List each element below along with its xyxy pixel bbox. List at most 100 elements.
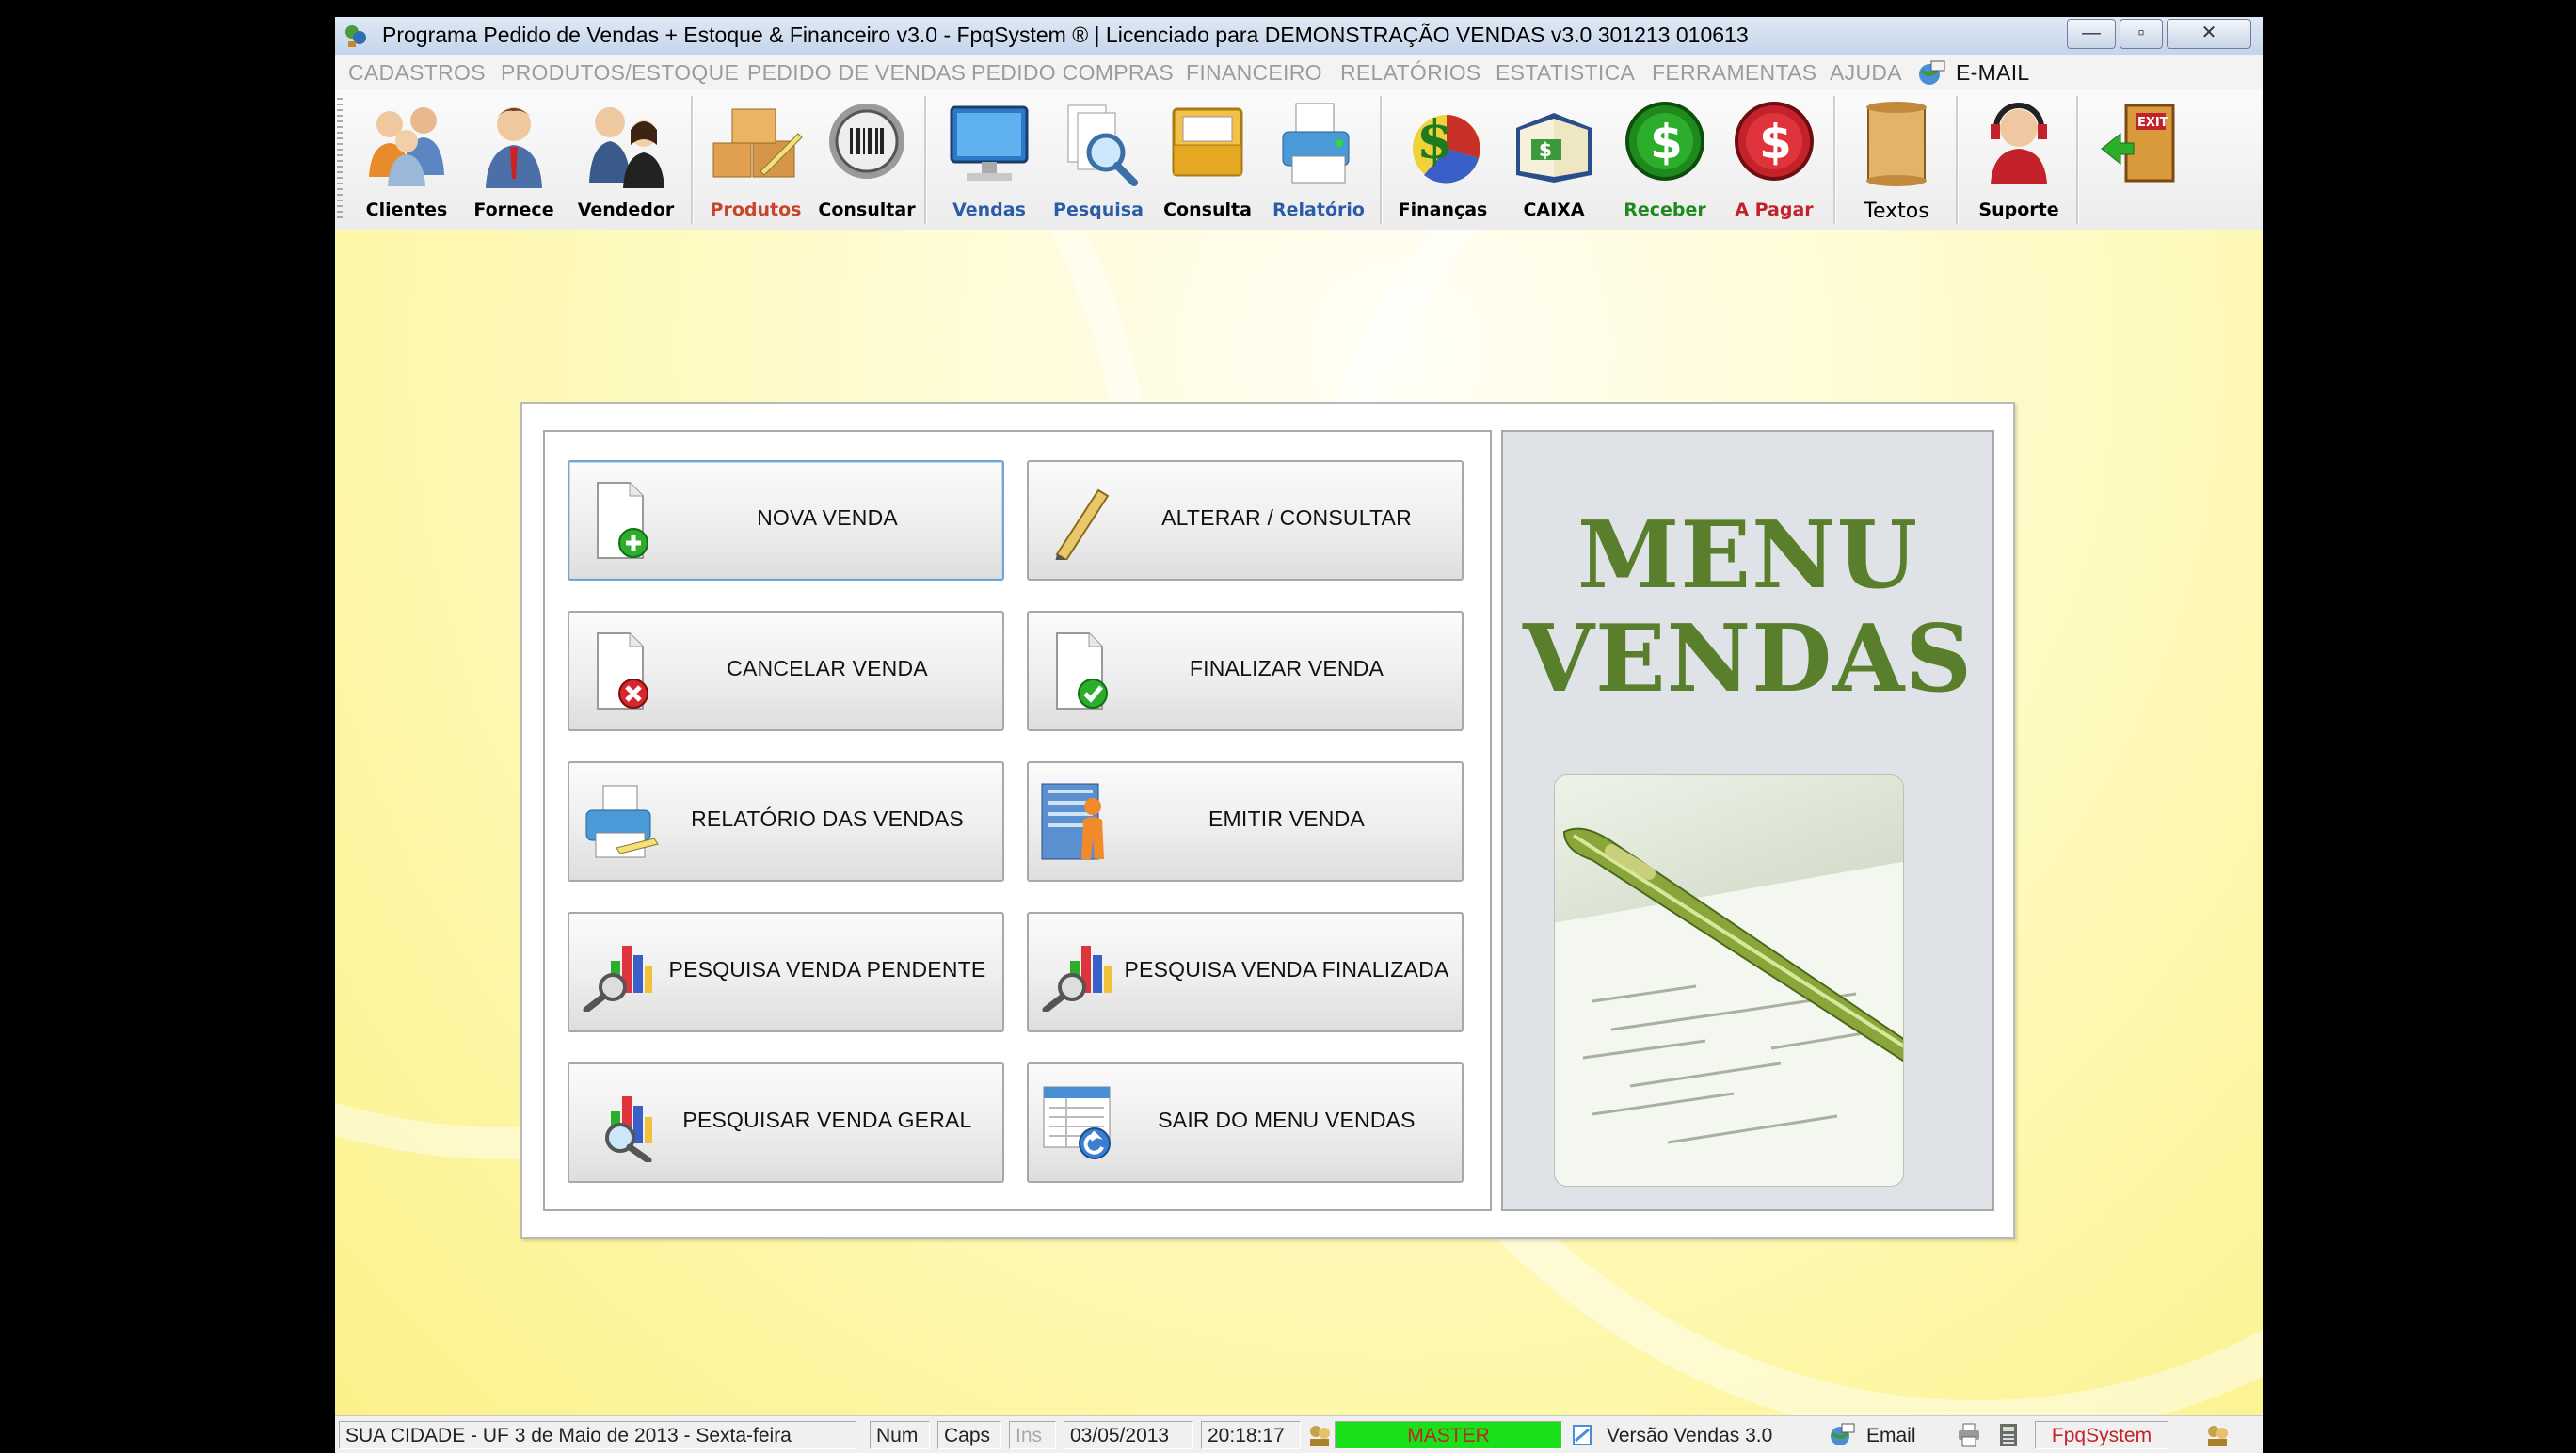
menu-estatistica[interactable]: ESTATISTICA bbox=[1496, 60, 1635, 86]
sales-menu-panel: NOVA VENDA ALTERAR / CONSULTAR CANCELAR … bbox=[520, 402, 2015, 1239]
relatorio-das-vendas-label: RELATÓRIO DAS VENDAS bbox=[691, 806, 964, 831]
pesquisa-venda-pendente-button[interactable]: PESQUISA VENDA PENDENTE bbox=[568, 912, 1004, 1032]
cancelar-venda-button[interactable]: CANCELAR VENDA bbox=[568, 611, 1004, 731]
pesquisar-venda-geral-button[interactable]: PESQUISAR VENDA GERAL bbox=[568, 1062, 1004, 1183]
svg-text:$: $ bbox=[1416, 109, 1453, 171]
minimize-button[interactable]: — bbox=[2067, 19, 2116, 49]
toolbar-relatorio-button[interactable]: Relatório bbox=[1267, 96, 1370, 226]
toolbar-relatorio-label: Relatório bbox=[1272, 200, 1365, 220]
printer-icon[interactable] bbox=[1956, 1422, 1982, 1448]
check-document-icon bbox=[1056, 632, 1108, 710]
toolbar-suporte-button[interactable]: Suporte bbox=[1967, 96, 2071, 226]
menu-relatorios[interactable]: RELATÓRIOS bbox=[1340, 60, 1481, 86]
window-title: Programa Pedido de Vendas + Estoque & Fi… bbox=[382, 23, 1749, 47]
menu-email[interactable]: E-MAIL bbox=[1956, 60, 2029, 86]
sales-menu-title-panel: MENU VENDAS bbox=[1501, 430, 1994, 1211]
search-chart-icon bbox=[605, 1096, 652, 1162]
sair-do-menu-vendas-button[interactable]: SAIR DO MENU VENDAS bbox=[1027, 1062, 1464, 1183]
toolbar-financas-button[interactable]: $ Finanças bbox=[1391, 96, 1495, 226]
monitor-icon bbox=[950, 105, 1029, 181]
toolbar-vendedor-button[interactable]: Vendedor bbox=[574, 96, 678, 226]
workspace: NOVA VENDA ALTERAR / CONSULTAR CANCELAR … bbox=[335, 230, 2263, 1434]
toolbar-produtos-button[interactable]: Produtos bbox=[704, 96, 808, 226]
pencil-icon bbox=[1055, 488, 1110, 560]
barcode-icon bbox=[829, 104, 904, 179]
exit-list-icon bbox=[1043, 1086, 1111, 1159]
status-version: Versão Vendas 3.0 bbox=[1607, 1425, 1773, 1446]
status-date: 03/05/2013 bbox=[1064, 1421, 1193, 1449]
status-user: MASTER bbox=[1335, 1421, 1562, 1449]
nova-venda-label: NOVA VENDA bbox=[757, 505, 898, 530]
menu-produtos-estoque[interactable]: PRODUTOS/ESTOQUE bbox=[501, 60, 739, 86]
calculator-icon[interactable] bbox=[1995, 1422, 2022, 1448]
svg-text:$: $ bbox=[1539, 138, 1552, 161]
pesquisa-venda-finalizada-button[interactable]: PESQUISA VENDA FINALIZADA bbox=[1027, 912, 1464, 1032]
toolbar-fornece-button[interactable]: Fornece bbox=[467, 96, 561, 226]
status-caps: Caps bbox=[937, 1421, 1001, 1449]
toolbar-pesquisa-button[interactable]: Pesquisa bbox=[1047, 96, 1150, 226]
toolbar: Clientes Fornece Vendedor Produtos Consu… bbox=[335, 90, 2263, 232]
magnifier-icon bbox=[1067, 104, 1138, 186]
user-icon bbox=[1310, 1426, 1330, 1446]
toolbar-textos-label: Textos bbox=[1864, 200, 1929, 223]
printer-icon bbox=[1282, 103, 1350, 184]
pay-dollar-icon: $ bbox=[1735, 102, 1814, 181]
cash-book-icon: $ bbox=[1516, 113, 1592, 183]
status-location-date: SUA CIDADE - UF 3 de Maio de 2013 - Sext… bbox=[339, 1421, 856, 1449]
status-num: Num bbox=[870, 1421, 930, 1449]
app-window: Programa Pedido de Vendas + Estoque & Fi… bbox=[335, 17, 2263, 1453]
toolbar-receber-button[interactable]: $ Receber bbox=[1613, 96, 1717, 226]
menu-cadastros[interactable]: CADASTROS bbox=[348, 60, 486, 86]
relatorio-das-vendas-button[interactable]: RELATÓRIO DAS VENDAS bbox=[568, 761, 1004, 882]
boxes-icon bbox=[712, 108, 803, 178]
menu-pedido-de-vendas[interactable]: PEDIDO DE VENDAS bbox=[747, 60, 966, 86]
toolbar-vendedor-label: Vendedor bbox=[577, 200, 675, 220]
menu-pedido-compras[interactable]: PEDIDO COMPRAS bbox=[971, 60, 1174, 86]
status-brand: FpqSystem bbox=[2035, 1421, 2168, 1449]
supplier-icon bbox=[486, 107, 542, 188]
app-logo-icon bbox=[345, 25, 366, 47]
status-bar: SUA CIDADE - UF 3 de Maio de 2013 - Sext… bbox=[335, 1415, 2263, 1453]
email-globe-icon bbox=[1831, 1423, 1855, 1445]
status-email[interactable]: Email bbox=[1860, 1421, 1944, 1449]
toolbar-consultar-label: Consultar bbox=[818, 200, 916, 220]
alterar-consultar-button[interactable]: ALTERAR / CONSULTAR bbox=[1027, 460, 1464, 581]
toolbar-separator bbox=[2076, 96, 2079, 224]
nova-venda-button[interactable]: NOVA VENDA bbox=[568, 460, 1004, 581]
toolbar-caixa-button[interactable]: $ CAIXA bbox=[1502, 96, 1606, 226]
menu-ajuda[interactable]: AJUDA bbox=[1830, 60, 1902, 86]
new-document-icon bbox=[597, 482, 648, 559]
menu-heading-line1: MENU bbox=[1576, 502, 1919, 610]
emitir-venda-button[interactable]: EMITIR VENDA bbox=[1027, 761, 1464, 882]
status-ins: Ins bbox=[1009, 1421, 1056, 1449]
cancelar-venda-label: CANCELAR VENDA bbox=[727, 656, 928, 680]
search-chart-icon bbox=[583, 946, 652, 1012]
toolbar-exit-button[interactable]: EXIT bbox=[2088, 96, 2191, 226]
toolbar-clientes-button[interactable]: Clientes bbox=[360, 96, 454, 226]
version-icon bbox=[1573, 1425, 1592, 1445]
menu-heading-line2: VENDAS bbox=[1522, 605, 1974, 713]
user-icon bbox=[2208, 1426, 2228, 1446]
exit-door-icon: EXIT bbox=[2101, 104, 2175, 183]
menu-bar: CADASTROS PRODUTOS/ESTOQUE PEDIDO DE VEN… bbox=[335, 55, 2263, 91]
close-button[interactable]: ✕ bbox=[2167, 19, 2251, 49]
toolbar-consulta-button[interactable]: Consulta bbox=[1156, 96, 1259, 226]
toolbar-apagar-button[interactable]: $ A Pagar bbox=[1722, 96, 1826, 226]
finance-chart-icon: $ bbox=[1413, 109, 1480, 184]
clients-icon bbox=[369, 107, 444, 186]
pesquisa-venda-pendente-label: PESQUISA VENDA PENDENTE bbox=[668, 957, 986, 982]
toolbar-textos-button[interactable]: Textos bbox=[1845, 96, 1948, 226]
printer-icon bbox=[585, 785, 659, 858]
seller-icon bbox=[589, 107, 664, 188]
menu-ferramentas[interactable]: FERRAMENTAS bbox=[1652, 60, 1816, 86]
menu-financeiro[interactable]: FINANCEIRO bbox=[1186, 60, 1322, 86]
toolbar-consultar-button[interactable]: Consultar bbox=[815, 96, 919, 226]
pesquisa-venda-finalizada-label: PESQUISA VENDA FINALIZADA bbox=[1124, 957, 1449, 982]
toolbar-vendas-button[interactable]: Vendas bbox=[937, 96, 1041, 226]
finalizar-venda-button[interactable]: FINALIZAR VENDA bbox=[1027, 611, 1464, 731]
sales-menu-buttons: NOVA VENDA ALTERAR / CONSULTAR CANCELAR … bbox=[543, 430, 1492, 1211]
svg-text:EXIT: EXIT bbox=[2137, 116, 2168, 130]
toolbar-suporte-label: Suporte bbox=[1978, 200, 2059, 220]
finalizar-venda-label: FINALIZAR VENDA bbox=[1189, 656, 1384, 680]
maximize-button[interactable]: ▫ bbox=[2120, 19, 2163, 49]
